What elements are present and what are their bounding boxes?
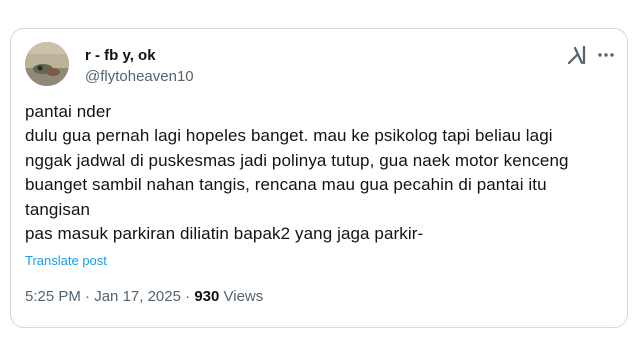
tweet-line: nggak jadwal di puskesmas jadi polinya t…	[25, 150, 569, 170]
display-name[interactable]: r - fb y, ok	[85, 47, 156, 64]
meta-separator: ·	[80, 288, 95, 305]
tweet-card: r - fb y, ok @flytoheaven10 pantai nder …	[10, 28, 628, 328]
tweet-line: pantai nder	[25, 102, 112, 121]
meta-separator: ·	[180, 288, 195, 305]
post-date[interactable]: Jan 17, 2025	[94, 288, 181, 305]
views-count: 930	[194, 288, 220, 305]
user-handle[interactable]: @flytoheaven10	[85, 68, 194, 85]
tweet-line: dulu gua pernah lagi hopeles banget. mau…	[25, 126, 553, 146]
avatar-photo-icon	[25, 42, 69, 86]
views-label: Views	[223, 288, 264, 305]
divider	[25, 325, 613, 326]
tweet-meta: 5:25 PM · Jan 17, 2025 · 930 Views	[25, 288, 263, 305]
tweet-text: pantai nder dulu gua pernah lagi hopeles…	[25, 100, 620, 246]
tweet-line: tangisan	[25, 199, 91, 219]
grok-icon[interactable]	[566, 44, 588, 66]
tweet-line: pas masuk parkiran diliatin bapak2 yang …	[25, 224, 424, 244]
post-time[interactable]: 5:25 PM	[25, 288, 81, 305]
avatar[interactable]	[25, 42, 69, 86]
more-icon[interactable]	[596, 45, 616, 65]
translate-post-link[interactable]: Translate post	[25, 253, 107, 268]
tweet-line: buanget sambil nahan tangis, rencana mau…	[25, 175, 547, 195]
